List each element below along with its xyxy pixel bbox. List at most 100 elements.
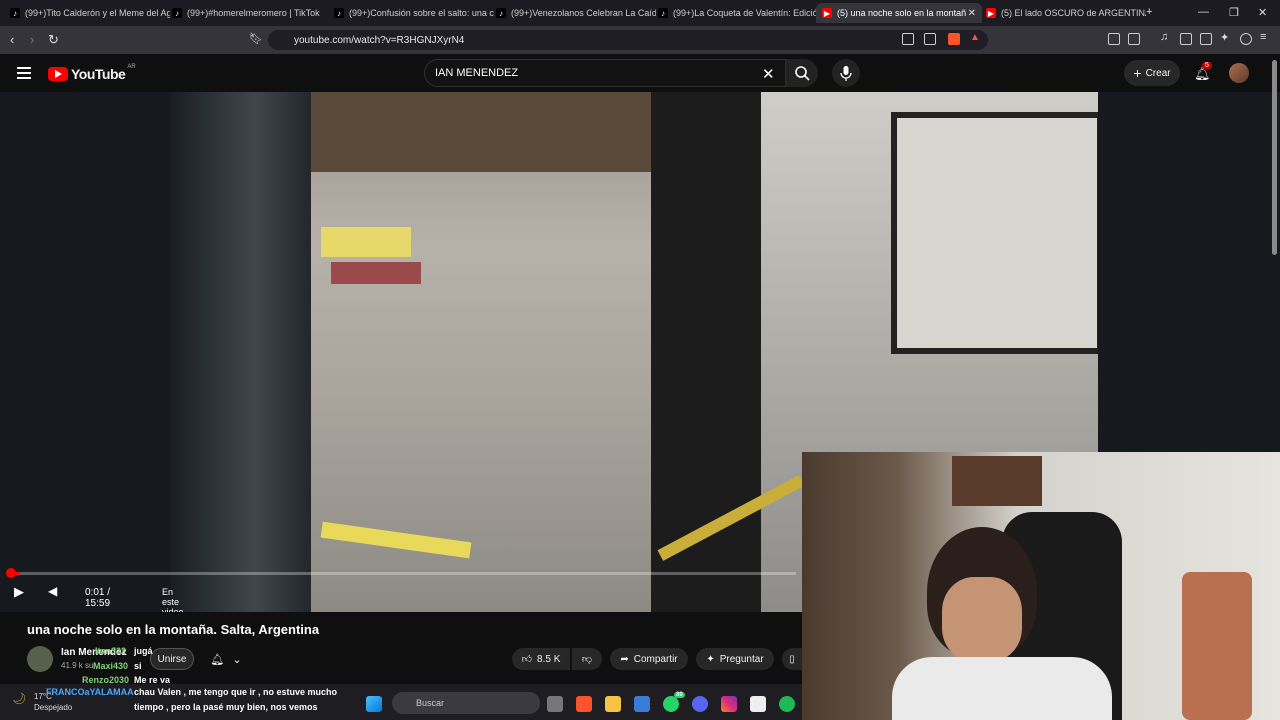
wallet2-icon[interactable] — [1200, 33, 1212, 45]
bookmark-icon: ▯ — [789, 653, 795, 665]
leo-icon[interactable]: ✦ — [1220, 31, 1232, 44]
youtube-play-icon — [48, 67, 68, 81]
notification-count-badge: 5 — [1202, 62, 1212, 69]
account-avatar[interactable] — [1229, 63, 1249, 83]
chat-message: chau Valen , me tengo que ir , no estuve… — [134, 687, 338, 697]
address-bar-row: ‹ › ↻ 🔖︎ youtube.com/watch?v=R3HGNJXyrN4… — [0, 26, 1280, 54]
create-button[interactable]: + Crear — [1124, 60, 1180, 86]
youtube-icon: ▶ — [986, 8, 996, 18]
minimize-button[interactable]: — — [1198, 6, 1209, 18]
play-icon[interactable]: ▶ — [14, 584, 24, 600]
search-button[interactable] — [786, 59, 818, 87]
chevron-down-icon: ⌄ — [232, 653, 242, 666]
music-icon[interactable]: ♫ — [1160, 31, 1172, 43]
tab-3[interactable]: ♪ (99+)Confusión sobre el salto: una c — [328, 3, 494, 23]
subscriber-count: 41.9 k su — [61, 661, 94, 670]
join-button[interactable]: Unirse — [150, 648, 194, 670]
reload-icon[interactable]: ↻ — [48, 32, 59, 48]
bell-icon: 🔔︎ — [210, 653, 225, 666]
youtube-header: YouTube AR IAN MENENDEZ ✕ + Crear 🔔︎ 5 — [0, 54, 1280, 92]
tab-1[interactable]: ♪ (99+)Tito Calderón y el Meme del Ag — [4, 3, 170, 23]
weather-widget[interactable]: 🌙︎ 17°C Despejado — [12, 692, 72, 712]
tiktok-icon: ♪ — [658, 8, 668, 18]
search-input[interactable]: IAN MENENDEZ — [424, 59, 786, 87]
cast-icon[interactable] — [902, 33, 914, 45]
plus-icon: + — [1133, 65, 1142, 81]
thumbs-down-icon: 👎︎ — [581, 654, 593, 665]
new-tab-button[interactable]: + — [1146, 6, 1152, 18]
menu-icon[interactable]: ≡ — [1260, 31, 1272, 43]
volume-icon[interactable]: ◀︎ — [48, 584, 57, 598]
back-icon[interactable]: ‹ — [10, 32, 14, 47]
webcam-wooden-chair — [1182, 572, 1252, 720]
tab-active[interactable]: ▶ (5) una noche solo en la montañ ✕ — [816, 3, 982, 23]
tiktok-icon: ♪ — [334, 8, 344, 18]
tiktok-icon: ♪ — [496, 8, 506, 18]
bookmark-icon[interactable]: 🔖︎ — [249, 32, 263, 45]
close-window-button[interactable]: ✕ — [1258, 6, 1267, 19]
channel-avatar[interactable] — [27, 646, 53, 672]
chat-message: si — [134, 661, 142, 671]
close-tab-icon[interactable]: ✕ — [968, 8, 976, 19]
share-button[interactable]: ➦ Compartir — [610, 648, 688, 670]
rewards-icon[interactable]: ▲ — [970, 32, 982, 44]
browser-tab-bar: ♪ (99+)Tito Calderón y el Meme del Ag ♪ (9… — [0, 0, 1280, 26]
time-display: 0:01 / 15:59 — [85, 587, 111, 609]
moon-icon: 🌙︎ — [12, 693, 26, 705]
scene-yellow-table — [321, 227, 411, 257]
hamburger-menu-icon[interactable] — [17, 67, 31, 82]
sidebar-icon[interactable] — [1180, 33, 1192, 45]
tab-7[interactable]: ▶ (5) El lado OSCURO de ARGENTINA — [980, 3, 1146, 23]
discord-icon[interactable] — [692, 696, 708, 712]
share-icon[interactable] — [924, 33, 936, 45]
chat-user: Maxi430 — [93, 661, 129, 671]
video-progress-bar[interactable] — [6, 568, 796, 578]
sparkle-icon: ✦ — [706, 653, 715, 665]
tiktok-icon: ♪ — [10, 8, 20, 18]
progress-scrubber[interactable] — [6, 568, 16, 578]
notion-icon[interactable] — [750, 696, 766, 712]
instagram-icon[interactable] — [721, 696, 737, 712]
start-icon[interactable] — [366, 696, 382, 712]
subscribe-bell-button[interactable]: 🔔︎ ⌄ — [202, 648, 250, 670]
clear-search-icon[interactable]: ✕ — [762, 65, 775, 83]
webcam-door — [952, 456, 1042, 506]
spotify-icon[interactable] — [779, 696, 795, 712]
like-button[interactable]: 👍︎ 8.5 K — [512, 648, 570, 670]
whatsapp-badge: 30 — [674, 692, 685, 698]
task-view-icon[interactable] — [547, 696, 563, 712]
scene-door-frame-left — [171, 92, 311, 612]
taskbar-search[interactable]: Buscar — [392, 692, 540, 714]
windows-taskbar: 🌙︎ 17°C Despejado FRANCOaYALAMAA chau Va… — [0, 684, 802, 720]
url-field[interactable]: youtube.com/watch?v=R3HGNJXyrN4 — [268, 30, 988, 50]
share-arrow-icon: ➦ — [620, 653, 629, 665]
tab-5[interactable]: ♪ (99+)La Coqueta de Valentín: Edición — [652, 3, 818, 23]
save-button[interactable]: ▯ — [782, 648, 802, 670]
store-icon[interactable] — [634, 696, 650, 712]
webcam-face — [942, 577, 1022, 662]
scene-bus-window — [891, 112, 1098, 354]
youtube-logo[interactable]: YouTube AR — [48, 64, 136, 82]
brave-taskbar-icon[interactable] — [576, 696, 592, 712]
forward-icon[interactable]: › — [30, 32, 34, 47]
page-scrollbar[interactable] — [1272, 60, 1277, 255]
whatsapp-icon[interactable] — [663, 696, 679, 712]
tab-4[interactable]: ♪ (99+)Venezolanos Celebran La Caída — [490, 3, 656, 23]
restore-button[interactable]: ❐ — [1229, 6, 1239, 19]
scene-red-bench — [331, 262, 421, 284]
extensions-icon[interactable] — [1108, 33, 1120, 45]
brave-shield-icon[interactable] — [948, 33, 960, 45]
youtube-icon: ▶ — [822, 8, 832, 18]
microphone-icon — [840, 66, 852, 81]
dislike-button[interactable]: 👎︎ — [572, 648, 602, 670]
file-explorer-icon[interactable] — [605, 696, 621, 712]
search-icon — [795, 66, 810, 81]
wallet-icon[interactable] — [1128, 33, 1140, 45]
chat-message: tiempo , pero la pasé muy bien, nos vemo… — [134, 702, 318, 712]
streamer-webcam-overlay — [802, 452, 1280, 720]
chat-message: jugá — [134, 646, 153, 656]
ask-button[interactable]: ✦ Preguntar — [696, 648, 774, 670]
voice-search-button[interactable] — [832, 59, 860, 87]
vpn-icon[interactable] — [1240, 33, 1252, 45]
tab-2[interactable]: ♪ (99+)#homerelmeromero | TikTok — [166, 3, 332, 23]
